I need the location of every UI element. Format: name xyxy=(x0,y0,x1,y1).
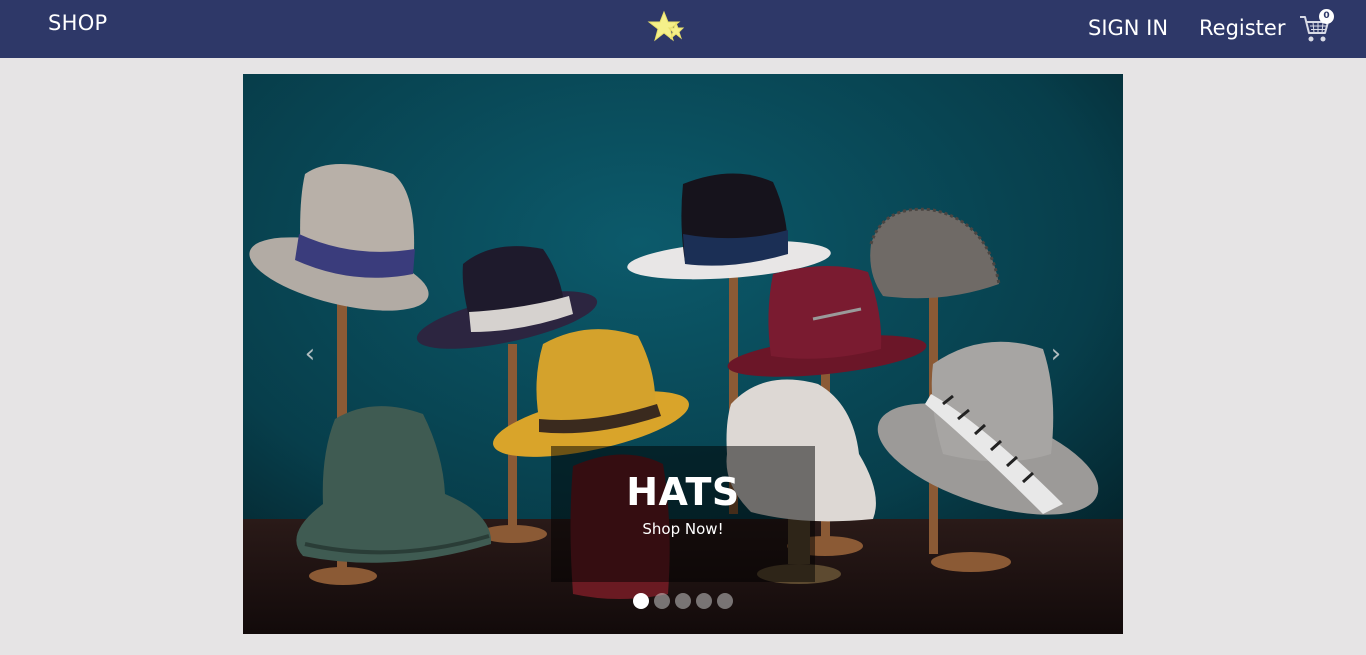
carousel-indicators xyxy=(633,593,733,609)
carousel-indicator[interactable] xyxy=(675,593,691,609)
star-logo-icon[interactable] xyxy=(645,9,689,47)
hero-carousel[interactable]: ‹ › HATS Shop Now! xyxy=(243,74,1123,634)
register-link[interactable]: Register xyxy=(1199,16,1285,40)
carousel-indicator[interactable] xyxy=(717,593,733,609)
sign-in-link[interactable]: SIGN IN xyxy=(1088,16,1168,40)
carousel-indicator[interactable] xyxy=(696,593,712,609)
top-navbar: SHOP SIGN IN Register 0 xyxy=(0,0,1366,58)
chevron-right-icon[interactable]: › xyxy=(1041,341,1071,367)
shop-link[interactable]: SHOP xyxy=(48,11,108,35)
cart-count-badge: 0 xyxy=(1319,9,1334,24)
slide-caption: HATS Shop Now! xyxy=(551,446,815,582)
carousel-indicator[interactable] xyxy=(633,593,649,609)
carousel-indicator[interactable] xyxy=(654,593,670,609)
caption-title: HATS xyxy=(626,470,740,514)
shop-now-link[interactable]: Shop Now! xyxy=(551,520,815,538)
chevron-left-icon[interactable]: ‹ xyxy=(295,341,325,367)
